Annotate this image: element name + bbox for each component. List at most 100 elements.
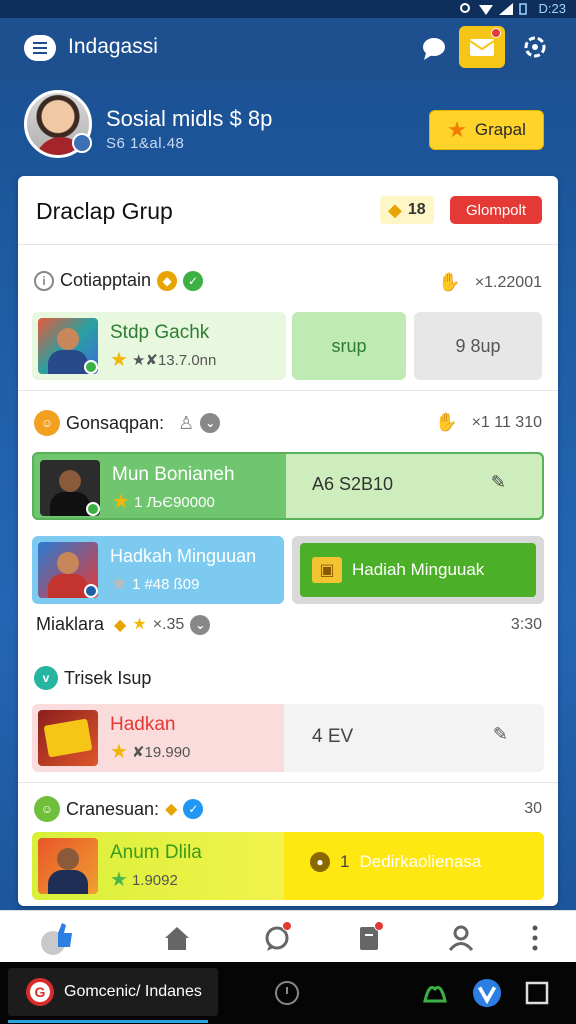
home-icon bbox=[165, 927, 189, 950]
active-indicator bbox=[8, 1020, 208, 1023]
nav-profile[interactable] bbox=[40, 921, 74, 955]
divider bbox=[18, 244, 558, 245]
trophy-icon: ◆ bbox=[165, 801, 178, 818]
notification-dot bbox=[491, 28, 501, 38]
item-title: Anum Dlila bbox=[110, 842, 202, 863]
battery-icon bbox=[518, 2, 531, 15]
clock-icon[interactable] bbox=[272, 978, 302, 1008]
recent-apps-icon[interactable] bbox=[522, 978, 552, 1008]
hadiah-minguuak-button[interactable]: ▣ Hadiah Minguuak bbox=[300, 543, 536, 597]
player-thumbnail bbox=[38, 542, 98, 598]
item-meta: ★ 1.9092 bbox=[110, 869, 178, 891]
clock: D:23 bbox=[538, 1, 566, 16]
profile-header: Sosial midls $ 8p S6 1&al.48 ★ Grapal bbox=[0, 80, 576, 176]
section-stat: 30 bbox=[524, 800, 542, 817]
profile-name: Sosial midls $ 8p bbox=[106, 106, 273, 131]
nav-notifications[interactable] bbox=[352, 921, 386, 955]
list-item[interactable]: Mun Bonianeh ★ 1 ЉЄ90000 A6 S2В10 ✎ bbox=[32, 452, 544, 520]
item-title: Hadkan bbox=[110, 714, 176, 735]
settings-icon[interactable] bbox=[520, 32, 550, 62]
more-options-icon[interactable] bbox=[518, 921, 552, 955]
verified-icon: ✓ bbox=[183, 799, 204, 819]
trophy-icon: ◆ bbox=[114, 616, 127, 634]
reward-button-frame: ▣ Hadiah Minguuak bbox=[292, 536, 544, 604]
section-stat: ✋ ×1 11 310 bbox=[435, 412, 542, 432]
app-bar: Indagassi bbox=[0, 18, 576, 80]
chevron-down-icon[interactable]: ⌄ bbox=[190, 614, 211, 635]
row-action-area: A6 S2В10 ✎ bbox=[286, 454, 542, 518]
edit-icon[interactable]: ✎ bbox=[491, 472, 506, 493]
user-icon: ♙ bbox=[178, 412, 195, 433]
hamburger-icon bbox=[33, 47, 47, 49]
section-header: v Trisek Isup bbox=[34, 666, 151, 690]
mail-icon bbox=[469, 39, 495, 56]
app-logo-icon: G bbox=[26, 978, 54, 1006]
taskbar-app[interactable]: G Gomcenic/ Indanes bbox=[8, 968, 218, 1016]
player-thumbnail bbox=[38, 838, 98, 894]
sup-button[interactable]: 9 8up bbox=[414, 312, 542, 380]
player-thumbnail bbox=[40, 460, 100, 516]
row-action[interactable]: ● 1 Dedirkaolienasa bbox=[310, 852, 481, 872]
section-header: ☺ Gonsaqpan: ♙ ⌄ bbox=[34, 410, 221, 436]
glompolt-button[interactable]: Glompolt bbox=[450, 196, 542, 224]
section-header: i Cotiapptain ◆ ✓ bbox=[34, 270, 204, 291]
item-title: Stdp Gachk bbox=[110, 322, 210, 343]
srup-button[interactable]: srup bbox=[292, 312, 406, 380]
user-icon bbox=[448, 925, 474, 952]
list-item[interactable]: Stdp Gachk ★ ★✘13.7.0nn bbox=[32, 312, 286, 380]
row-action-label: 4 EV bbox=[312, 726, 354, 747]
list-item[interactable]: Anum Dlila ★ 1.9092 ● 1 Dedirkaolienasa bbox=[32, 832, 544, 900]
item-title: Mun Bonianeh bbox=[112, 464, 235, 485]
section-header: ☺ Cranesuan: ◆ ✓ bbox=[34, 796, 204, 822]
emoji-icon: ☺ bbox=[34, 796, 60, 822]
status-bar: D:23 bbox=[0, 0, 576, 18]
inbox-button[interactable] bbox=[459, 26, 505, 68]
list-item[interactable]: Hadkah Minguuan ★ 1 #48 ß09 bbox=[32, 536, 284, 604]
bottom-nav bbox=[0, 910, 576, 962]
divider bbox=[18, 782, 558, 783]
card-title: Draclap Grup bbox=[36, 198, 173, 224]
section-stat: ✋ ×1.22001 bbox=[438, 272, 542, 292]
thumbs-icon: ✋ bbox=[438, 272, 461, 292]
row-action-label: A6 S2В10 bbox=[312, 474, 394, 494]
gift-icon: ▣ bbox=[312, 557, 342, 583]
item-meta: ★ ★✘13.7.0nn bbox=[110, 349, 217, 371]
edit-icon[interactable]: ✎ bbox=[493, 724, 508, 745]
emoji-icon: ☺ bbox=[34, 410, 60, 436]
coins-icon: ◆ bbox=[388, 199, 402, 220]
wifi-icon bbox=[478, 3, 493, 15]
list-item[interactable]: Hadkan ★ ✘19.990 4 EV ✎ bbox=[32, 704, 544, 772]
signal-icon bbox=[498, 2, 513, 15]
chat-icon[interactable] bbox=[420, 34, 448, 62]
grupal-button[interactable]: ★ Grapal bbox=[429, 110, 544, 150]
group-card: Draclap Grup ◆ 18 Glompolt i Cotiapptain… bbox=[18, 176, 558, 906]
star-icon: ★ bbox=[132, 615, 147, 633]
item-title: Hadkah Minguuan bbox=[110, 546, 257, 566]
nav-messages[interactable] bbox=[260, 921, 294, 955]
item-meta: ★ 1 #48 ß09 bbox=[110, 573, 200, 595]
star-icon: ★ bbox=[447, 117, 467, 142]
notification-dot bbox=[374, 921, 384, 931]
thumbs-up-icon bbox=[41, 923, 72, 955]
shape-icon[interactable] bbox=[420, 978, 450, 1008]
vine-icon: v bbox=[34, 666, 58, 690]
nav-account[interactable] bbox=[444, 921, 478, 955]
gift-box-thumbnail bbox=[38, 710, 98, 766]
info-icon: i bbox=[34, 270, 54, 291]
system-taskbar: G Gomcenic/ Indanes bbox=[0, 962, 576, 1024]
trophy-icon: ◆ bbox=[157, 270, 178, 291]
menu-button[interactable] bbox=[24, 35, 56, 61]
section-footer: Miaklara ◆ ★ ×.35 ⌄ bbox=[36, 614, 211, 635]
section-time: 3:30 bbox=[510, 616, 542, 633]
nav-home[interactable] bbox=[160, 921, 194, 955]
v-app-icon[interactable] bbox=[472, 978, 502, 1008]
item-meta: ★ 1 ЉЄ90000 bbox=[112, 491, 215, 513]
notification-dot bbox=[282, 921, 292, 931]
thumbs-icon: ✋ bbox=[435, 412, 458, 432]
item-meta: ★ ✘19.990 bbox=[110, 741, 191, 763]
profile-subtitle: S6 1&al.48 bbox=[106, 135, 185, 152]
game-thumbnail bbox=[38, 318, 98, 374]
chevron-down-icon[interactable]: ⌄ bbox=[200, 413, 221, 433]
coin-badge: ◆ 18 bbox=[380, 196, 434, 224]
coin-icon: ● bbox=[310, 852, 330, 872]
